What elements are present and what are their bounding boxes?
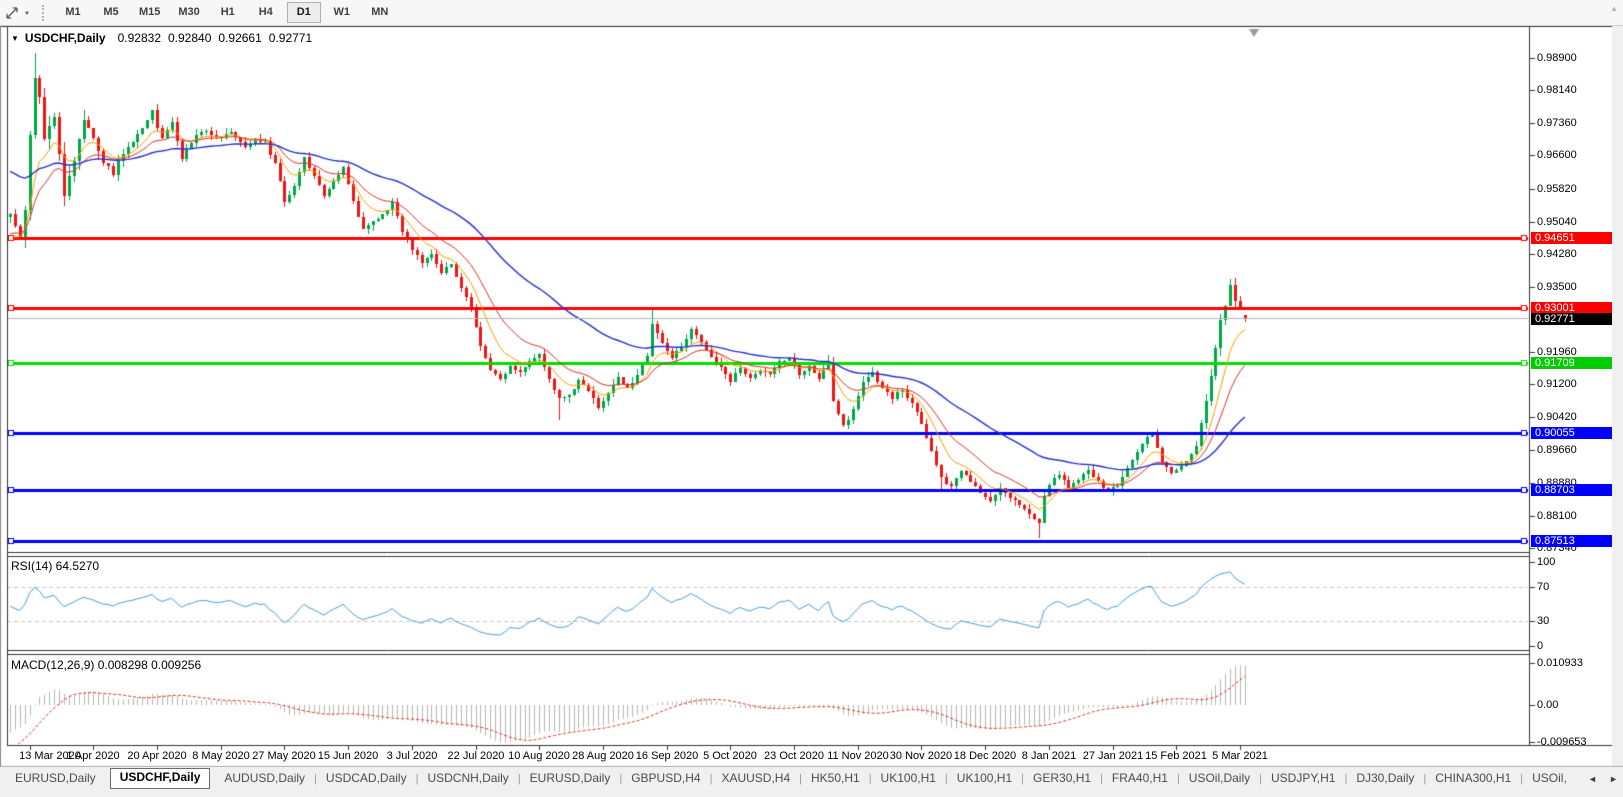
tab-scroll-right-icon[interactable]: ►	[1609, 774, 1618, 784]
timeframe-button-m15[interactable]: M15	[132, 2, 167, 23]
price-axis-tick: 0.97360	[1537, 117, 1577, 129]
timeframe-button-w1[interactable]: W1	[325, 2, 359, 23]
rsi-axis-tick: 70	[1537, 581, 1550, 593]
tab-gbpusd-h4[interactable]: GBPUSD,H4	[622, 769, 709, 788]
ohlc-open: 0.92832	[117, 31, 161, 45]
chart-canvas[interactable]	[0, 0, 1623, 797]
tab-fra40-h1[interactable]: FRA40,H1	[1103, 769, 1177, 788]
timeframe-button-m1[interactable]: M1	[56, 2, 90, 23]
symbol-tabs: EURUSD,Daily USDCHF,Daily AUDUSD,Daily | USD…	[0, 767, 1623, 790]
tab-eurusd-daily[interactable]: EURUSD,Daily	[521, 769, 620, 788]
price-line-label: 0.94651	[1531, 232, 1612, 244]
price-line-label: 0.90055	[1531, 427, 1612, 439]
macd-axis-tick: -0.009653	[1537, 736, 1587, 748]
tab-usdcad-daily[interactable]: USDCAD,Daily	[317, 769, 416, 788]
tab-hk50-h1[interactable]: HK50,H1	[802, 769, 869, 788]
tab-usdcnh-daily[interactable]: USDCNH,Daily	[418, 769, 517, 788]
tab-scroll-controls: ◄ ►	[1583, 767, 1623, 790]
price-axis-tick: 0.95040	[1537, 216, 1577, 228]
timeframe-button-h1[interactable]: H1	[211, 2, 245, 23]
tab-scroll-left-icon[interactable]: ◄	[1588, 774, 1597, 784]
ohlc-close: 0.92771	[268, 31, 313, 45]
rsi-axis-tick: 100	[1537, 556, 1556, 568]
timeframe-button-d1[interactable]: D1	[286, 2, 321, 23]
ohlc-high: 0.92840	[168, 31, 212, 45]
price-axis-tick: 0.98900	[1537, 52, 1577, 64]
ohlc-low: 0.92661	[218, 31, 262, 45]
tab-usoil[interactable]: USOil,	[1523, 769, 1576, 788]
macd-axis-tick: 0.00	[1537, 699, 1559, 711]
timeframe-button-m30[interactable]: M30	[171, 2, 206, 23]
chart-symbol-title: USDCHF,Daily	[24, 31, 106, 45]
price-axis-tick: 0.89660	[1537, 444, 1577, 456]
price-line-label: 0.91709	[1531, 357, 1612, 369]
price-axis-tick: 0.93500	[1537, 281, 1577, 293]
chart-window: ▼ M1 M5 M15 M30 H1 H4 D1 W1 MN ▲ ▼ USDCHF,Daily 0.…	[0, 0, 1623, 797]
price-line-label: 0.87513	[1531, 535, 1612, 547]
chart-collapse-icon[interactable]: ▼	[11, 34, 19, 43]
price-axis-tick: 0.90420	[1537, 411, 1577, 423]
tab-eurusd-daily[interactable]: EURUSD,Daily	[6, 769, 105, 788]
macd-axis-tick: 0.010933	[1537, 657, 1583, 669]
tool-dropdown-caret-icon[interactable]: ▼	[24, 11, 30, 17]
price-axis-tick: 0.91200	[1537, 378, 1577, 390]
toolbar-grip	[41, 4, 44, 21]
cursor-tool-icon[interactable]	[4, 5, 20, 21]
timeframe-button-mn[interactable]: MN	[363, 2, 397, 23]
tab-usoil-daily[interactable]: USOil,Daily	[1180, 769, 1259, 788]
tab-ger30-h1[interactable]: GER30,H1	[1024, 769, 1100, 788]
current-price-label: 0.92771	[1531, 313, 1612, 325]
tab-uk100-h1[interactable]: UK100,H1	[872, 769, 945, 788]
tab-usdchf-daily[interactable]: USDCHF,Daily	[109, 768, 211, 789]
price-axis-tick: 0.95820	[1537, 183, 1577, 195]
price-axis-tick: 0.98140	[1537, 84, 1577, 96]
toolbar-overflow-icon[interactable]: ▲	[1610, 4, 1618, 13]
macd-label: MACD(12,26,9) 0.008298 0.009256	[11, 658, 202, 672]
tab-xauusd-h4[interactable]: XAUUSD,H4	[712, 769, 799, 788]
price-axis-tick: 0.88100	[1537, 510, 1577, 522]
rsi-label: RSI(14) 64.5270	[11, 559, 100, 573]
tab-china300-h1[interactable]: CHINA300,H1	[1426, 769, 1520, 788]
chart-header: ▼ USDCHF,Daily 0.92832 0.92840 0.92661 0.9277…	[11, 31, 319, 45]
timeframe-buttons: M1 M5 M15 M30 H1 H4 D1 W1 MN	[54, 2, 399, 23]
rsi-axis-tick: 0	[1537, 640, 1544, 652]
price-line-label: 0.88703	[1531, 484, 1612, 496]
tab-dj30-daily[interactable]: DJ30,Daily	[1347, 769, 1423, 788]
tab-usdjpy-h1[interactable]: USDJPY,H1	[1262, 769, 1344, 788]
tab-uk100-h1[interactable]: UK100,H1	[948, 769, 1021, 788]
timeframe-button-m5[interactable]: M5	[94, 2, 128, 23]
price-axis-tick: 0.94280	[1537, 248, 1577, 260]
price-axis-tick: 0.96600	[1537, 149, 1577, 161]
tab-audusd-daily[interactable]: AUDUSD,Daily	[215, 769, 314, 788]
toolbar: ▼ M1 M5 M15 M30 H1 H4 D1 W1 MN ▲	[0, 0, 1623, 26]
rsi-axis-tick: 30	[1537, 615, 1550, 627]
timeframe-button-h4[interactable]: H4	[249, 2, 283, 23]
date-axis-label: 5 Mar 2021	[1212, 750, 1268, 762]
